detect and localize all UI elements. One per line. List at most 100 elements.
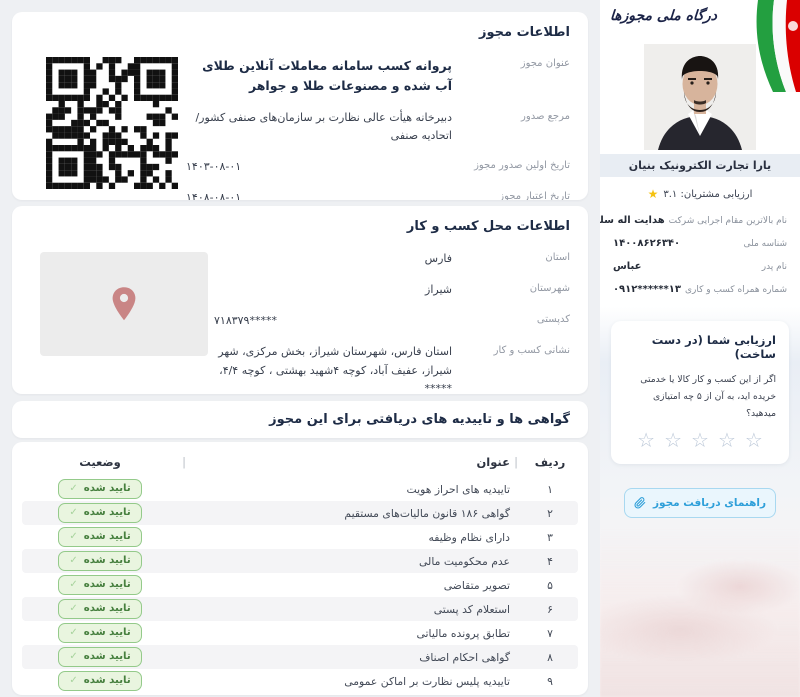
status-badge-label: تایید شده	[84, 553, 131, 568]
rating-star-icon[interactable]: ☆	[718, 430, 736, 450]
star-icon: ★	[648, 188, 659, 200]
check-icon: ✓	[69, 553, 77, 568]
row-number: ۵	[522, 579, 578, 592]
table-row: ۲|گواهی ۱۸۶ قانون مالیات‌های مستقیم|تایی…	[22, 501, 578, 525]
rating-stars[interactable]: ☆ ☆ ☆ ☆ ☆	[624, 430, 776, 450]
field-row: تاریخ اولین صدور مجوز۱۴۰۳-۰۸-۰۱	[186, 158, 570, 176]
field-label: استان	[452, 250, 570, 263]
field-value: شیراز	[214, 281, 452, 299]
field-value: استان فارس، شهرستان شیراز، بخش مرکزی، شه…	[214, 343, 452, 394]
license-info-card: اطلاعات مجوز عنوان مجوزپروانه کسب سامانه…	[12, 12, 588, 200]
row-number: ۳	[522, 531, 578, 544]
check-icon: ✓	[69, 649, 77, 664]
status-badge: تایید شده ✓	[58, 503, 141, 523]
location-info-title: اطلاعات محل کسب و کار	[30, 219, 570, 234]
column-divider: |	[178, 455, 190, 469]
certificates-table-card: ردیف | عنوان | وضعیت ۱ | تاییدیه های احراز…	[12, 442, 588, 695]
business-name: یارا تجارت الکترونیک بنیان	[600, 154, 800, 177]
guide-button-label: راهنمای دریافت مجوز	[653, 497, 766, 509]
row-number: ۸	[522, 651, 578, 664]
certificate-name: تطابق پرونده مالیاتی	[190, 627, 510, 640]
status-badge-label: تایید شده	[84, 577, 131, 592]
row-number: ۱	[522, 483, 578, 496]
certificate-name: دارای نظام وظیفه	[190, 531, 510, 544]
column-divider: |	[510, 455, 522, 469]
license-info-title: اطلاعات مجوز	[30, 25, 570, 40]
field-row: شهرستانشیراز	[214, 281, 570, 299]
row-number: ۴	[522, 555, 578, 568]
qr-code	[46, 57, 178, 189]
license-fields: عنوان مجوزپروانه کسب سامانه معاملات آنلا…	[186, 56, 570, 200]
column-header-name: عنوان	[190, 455, 510, 469]
table-header: ردیف | عنوان | وضعیت	[22, 446, 578, 477]
field-label: شناسه ملی	[743, 239, 787, 249]
certificates-title: گواهی ها و تاییدیه های دریافتی برای این …	[269, 412, 570, 427]
status-badge: تایید شده ✓	[58, 647, 141, 667]
field-row: شماره همراه کسب و کاری ۰۹۱۲******۱۳	[613, 284, 787, 295]
status-badge: تایید شده ✓	[58, 479, 141, 499]
field-value: ۷۱۸۳۷۹*****	[214, 312, 452, 330]
check-icon: ✓	[69, 481, 77, 496]
field-value: ۱۴۰۰۸۶۲۶۳۴۰	[613, 238, 680, 249]
map-pin-icon	[109, 286, 139, 322]
field-label: شماره همراه کسب و کاری	[685, 285, 787, 295]
field-value: هدایت اله سلیمی	[600, 215, 665, 226]
field-value: عباس	[613, 261, 641, 272]
field-row: استانفارس	[214, 250, 570, 268]
business-fields: نام بالاترین مقام اجرایی شرکت هدایت اله س…	[600, 209, 800, 305]
certificate-name: استعلام کد پستی	[190, 603, 510, 616]
rating-star-icon[interactable]: ☆	[745, 430, 763, 450]
row-number: ۹	[522, 675, 578, 688]
rating-star-icon[interactable]: ☆	[637, 430, 655, 450]
status-badge-label: تایید شده	[84, 625, 131, 640]
field-label: عنوان مجوز	[452, 56, 570, 69]
field-label: تاریخ اولین صدور مجوز	[452, 158, 570, 171]
table-row: ۷|تطابق پرونده مالیاتی|تایید شده✓	[22, 621, 578, 645]
column-header-row: ردیف	[522, 455, 578, 469]
row-number: ۶	[522, 603, 578, 616]
field-value: ۱۴۰۳-۰۸-۰۱	[186, 158, 452, 176]
your-rating-card: ارزیابی شما (در دست ساخت) اگر از این کسب…	[611, 321, 789, 464]
rating-star-icon[interactable]: ☆	[691, 430, 709, 450]
your-rating-question: اگر از این کسب و کار کالا یا خدمتی خریده…	[624, 371, 776, 422]
field-label: نشانی کسب و کار	[452, 343, 570, 356]
certificate-name: تصویر متقاضی	[190, 579, 510, 592]
field-row: نام پدرعباس	[613, 261, 787, 272]
field-label: نام بالاترین مقام اجرایی شرکت	[669, 216, 787, 226]
status-badge: تایید شده✓	[58, 527, 141, 547]
field-row: تاریخ اعتبار مجوز۱۴۰۸-۰۸-۰۱	[186, 189, 570, 200]
guide-button[interactable]: راهنمای دریافت مجوز	[624, 488, 776, 518]
status-badge-label: تایید شده	[84, 649, 131, 664]
check-icon: ✓	[69, 625, 77, 640]
status-badge: تایید شده✓	[58, 599, 141, 619]
main-content: اطلاعات مجوز عنوان مجوزپروانه کسب سامانه…	[0, 0, 600, 697]
certificate-name: تاییدیه پلیس نظارت بر اماکن عمومی	[190, 675, 510, 688]
field-row: نام بالاترین مقام اجرایی شرکتهدایت اله س…	[613, 215, 787, 226]
rating-star-icon[interactable]: ☆	[664, 430, 682, 450]
customer-rating-label: ارزیابی مشتریان: ۳.۱	[663, 189, 752, 200]
field-value: ۰۹۱۲******۱۳	[613, 284, 681, 295]
row-number: ۲	[522, 507, 578, 520]
table-row: ۴|عدم محکومیت مالی|تایید شده✓	[22, 549, 578, 573]
customer-rating: ارزیابی مشتریان: ۳.۱ ★	[600, 188, 800, 200]
field-row: کدپستی۷۱۸۳۷۹*****	[214, 312, 570, 330]
portal-logo: درگاه ملی مجوزها	[609, 8, 717, 24]
certificate-name: تاییدیه های احراز هویت	[190, 483, 510, 496]
field-label: مرجع صدور	[452, 109, 570, 122]
table-row: ۳|دارای نظام وظیفه|تایید شده✓	[22, 525, 578, 549]
check-icon: ✓	[69, 505, 77, 520]
status-badge: تایید شده ✓	[58, 623, 141, 643]
status-badge-label: تایید شده	[84, 601, 131, 616]
row-number: ۷	[522, 627, 578, 640]
table-row: ۵|تصویر متقاضی|تایید شده✓	[22, 573, 578, 597]
status-badge-label: تایید شده	[84, 481, 131, 496]
table-row: ۹|تاییدیه پلیس نظارت بر اماکن عمومی|تایی…	[22, 669, 578, 693]
sidebar: درگاه ملی مجوزها یارا تجارت الکترونیک بن…	[600, 0, 800, 697]
status-badge-label: تایید شده	[84, 505, 131, 520]
field-value: دبیرخانه هیأت عالی نظارت بر سازمان‌های ص…	[186, 109, 452, 145]
field-value: پروانه کسب سامانه معاملات آنلاین طلای آب…	[186, 56, 452, 96]
table-row: ۱|تاییدیه های احراز هویت|تایید شده✓	[22, 477, 578, 501]
field-value: فارس	[214, 250, 452, 268]
certificate-name: گواهی ۱۸۶ قانون مالیات‌های مستقیم	[190, 507, 510, 520]
app: درگاه ملی مجوزها یارا تجارت الکترونیک بن…	[0, 0, 800, 697]
